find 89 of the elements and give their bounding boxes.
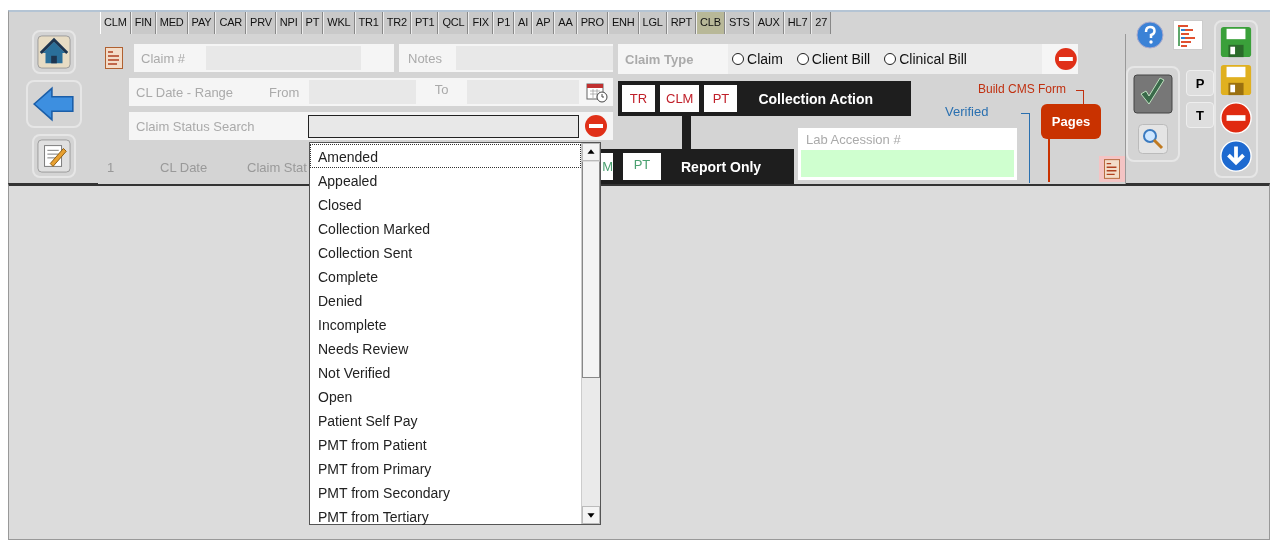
dropdown-option[interactable]: Patient Self Pay [310, 408, 581, 432]
radio-option[interactable]: Clinical Bill [884, 51, 967, 67]
dropdown-option[interactable]: Collection Sent [310, 240, 581, 264]
radio-option[interactable]: Claim [732, 51, 783, 67]
tab[interactable]: FIN [130, 12, 156, 34]
link-label[interactable]: Build CMS Form [978, 82, 1066, 96]
scroll-thumb[interactable] [582, 161, 600, 378]
clear-icon[interactable] [584, 114, 608, 138]
tab[interactable]: LGL [638, 12, 667, 34]
tab[interactable]: PT1 [410, 12, 439, 34]
tab[interactable]: CLB [696, 12, 725, 34]
pages-button[interactable]: Pages [1041, 104, 1101, 139]
scroll-down-icon[interactable] [582, 506, 600, 524]
tab[interactable]: TR2 [382, 12, 411, 34]
field-label: Claim # [141, 50, 187, 66]
tab[interactable]: RPT [666, 12, 697, 34]
field-label: Claim Type [624, 51, 695, 67]
bar-title: Report Only [681, 158, 762, 175]
dropdown-option[interactable]: Amended [310, 144, 581, 168]
tab[interactable]: CAR [215, 12, 246, 34]
tab[interactable]: TR1 [354, 12, 383, 34]
dropdown-option[interactable]: Not Verified [310, 360, 581, 384]
dropdown-option[interactable]: PMT from Secondary [310, 480, 581, 504]
link-label[interactable]: Verified [945, 104, 989, 119]
calendar-icon[interactable] [586, 81, 608, 103]
tab[interactable]: STS [724, 12, 754, 34]
tab[interactable]: P1 [493, 12, 515, 34]
tree-icon[interactable] [1173, 20, 1203, 50]
dropdown-option[interactable]: PMT from Tertiary [310, 504, 581, 528]
dropdown-option[interactable]: Incomplete [310, 312, 581, 336]
dropdown-option[interactable]: Denied [310, 288, 581, 312]
help-icon[interactable] [1136, 21, 1164, 49]
search-icon[interactable] [1138, 124, 1168, 154]
column-header: 1 [107, 160, 116, 175]
document-button[interactable] [1099, 156, 1125, 182]
tab[interactable]: CLM [100, 12, 131, 34]
field-label: Claim Status Search [136, 118, 256, 134]
tab[interactable]: AP [532, 12, 555, 34]
edit-icon[interactable] [36, 139, 71, 173]
claim-status-select[interactable] [308, 114, 579, 138]
tab[interactable]: PRO [576, 12, 608, 34]
dropdown-option[interactable]: Needs Review [310, 336, 581, 360]
field-label: Lab Accession # [805, 132, 902, 147]
dropdown-option[interactable]: Appealed [310, 168, 581, 192]
tab[interactable]: HL7 [783, 12, 812, 34]
dropdown-option[interactable]: PMT from Patient [310, 432, 581, 456]
tab[interactable]: MED [155, 12, 188, 34]
tab[interactable]: ENH [607, 12, 639, 34]
home-icon[interactable] [36, 35, 71, 69]
dropdown-option[interactable]: Closed [310, 192, 581, 216]
tab[interactable]: AA [554, 12, 577, 34]
stop-icon[interactable] [1219, 101, 1253, 135]
lab-accession-field[interactable] [801, 150, 1014, 177]
action-button[interactable]: PT [704, 85, 738, 112]
tab[interactable]: AI [514, 12, 533, 34]
field-label: From [269, 84, 301, 100]
connector-line [1021, 113, 1030, 183]
scroll-up-icon[interactable] [582, 143, 600, 161]
tab[interactable]: FIX [468, 12, 493, 34]
dropdown-option[interactable]: Complete [310, 264, 581, 288]
field-label: CL Date - Range [136, 84, 235, 100]
dropdown-option[interactable]: Open [310, 384, 581, 408]
scrollbar[interactable] [581, 143, 600, 524]
text-button[interactable]: T [1186, 102, 1214, 128]
action-button[interactable]: TR [622, 85, 655, 112]
field-label: Notes [408, 50, 443, 66]
column-header: CL Date [160, 160, 209, 175]
dropdown-option[interactable]: PMT from Primary [310, 456, 581, 480]
column-header: Claim Stat [247, 160, 307, 175]
radio-option[interactable]: Client Bill [796, 51, 871, 67]
tab[interactable]: 27 [811, 12, 832, 34]
bar-title: Collection Action [758, 90, 874, 107]
notes-field[interactable] [456, 46, 613, 70]
tab[interactable]: NPI [275, 12, 302, 34]
save-icon[interactable] [1219, 25, 1253, 59]
tab[interactable]: PAY [187, 12, 216, 34]
save-icon[interactable] [1219, 63, 1253, 97]
print-button[interactable]: P [1186, 70, 1214, 96]
connector-line [1048, 139, 1050, 182]
tab[interactable]: AUX [753, 12, 784, 34]
tab[interactable]: QCL [438, 12, 469, 34]
tab[interactable]: PRV [246, 12, 276, 34]
dropdown-option[interactable]: Collection Marked [310, 216, 581, 240]
document-icon[interactable] [105, 47, 123, 69]
field-label: To [433, 81, 450, 97]
action-button[interactable]: CLM [660, 85, 700, 112]
tab[interactable]: PT [301, 12, 324, 34]
clear-icon[interactable] [1054, 47, 1078, 71]
tab[interactable]: WKL [323, 12, 355, 34]
